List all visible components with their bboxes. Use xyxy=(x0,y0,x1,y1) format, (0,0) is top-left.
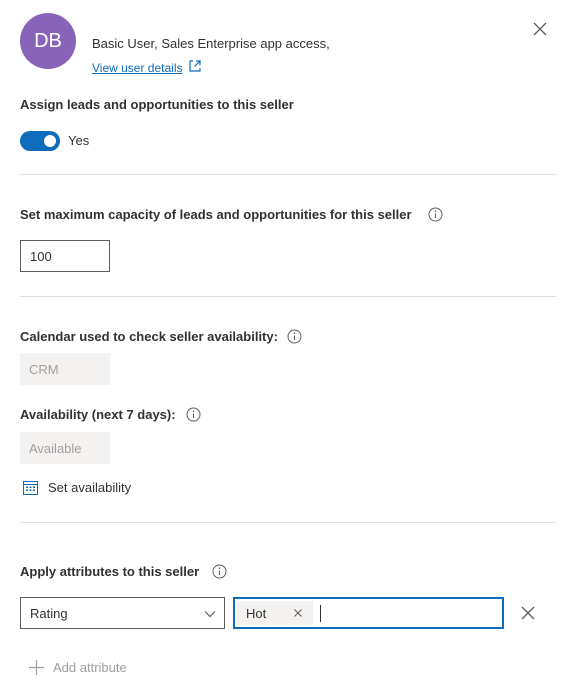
availability-field: Available xyxy=(20,432,110,464)
availability-label: Availability (next 7 days): xyxy=(20,407,176,422)
info-icon[interactable] xyxy=(186,407,201,422)
set-availability-button[interactable]: Set availability xyxy=(22,479,131,496)
open-external-icon[interactable] xyxy=(188,59,202,73)
toggle-knob xyxy=(44,135,56,147)
calendar-field: CRM xyxy=(20,353,110,385)
attribute-select[interactable]: Rating xyxy=(20,597,225,629)
view-user-details-link[interactable]: View user details xyxy=(92,61,183,75)
remove-attribute-icon[interactable] xyxy=(520,605,536,621)
add-icon xyxy=(29,660,44,675)
divider xyxy=(20,174,556,175)
value-chip: Hot xyxy=(237,601,313,625)
attribute-values-input[interactable]: Hot xyxy=(233,597,504,629)
avatar: DB xyxy=(20,13,76,69)
set-availability-label: Set availability xyxy=(48,480,132,495)
text-cursor xyxy=(320,605,321,622)
add-attribute-label: Add attribute xyxy=(53,660,127,675)
capacity-label: Set maximum capacity of leads and opport… xyxy=(20,207,412,222)
info-icon[interactable] xyxy=(212,564,227,579)
add-attribute-button: Add attribute xyxy=(28,659,127,676)
capacity-input[interactable]: 100 xyxy=(20,240,110,272)
calendar-icon xyxy=(23,481,38,495)
divider xyxy=(20,296,556,297)
remove-chip-icon[interactable] xyxy=(293,608,303,618)
attribute-select-value: Rating xyxy=(30,605,68,621)
close-icon[interactable] xyxy=(531,20,549,38)
assign-toggle[interactable] xyxy=(20,131,60,151)
attributes-label: Apply attributes to this seller xyxy=(20,564,200,579)
divider xyxy=(20,522,556,523)
assign-toggle-text: Yes xyxy=(68,133,90,148)
chevron-down-icon xyxy=(204,611,216,618)
value-chip-label: Hot xyxy=(246,605,267,621)
info-icon[interactable] xyxy=(287,329,302,344)
calendar-label: Calendar used to check seller availabili… xyxy=(20,329,278,344)
assign-label: Assign leads and opportunities to this s… xyxy=(20,97,294,112)
user-description: Basic User, Sales Enterprise app access, xyxy=(92,36,330,51)
info-icon[interactable] xyxy=(428,207,443,222)
